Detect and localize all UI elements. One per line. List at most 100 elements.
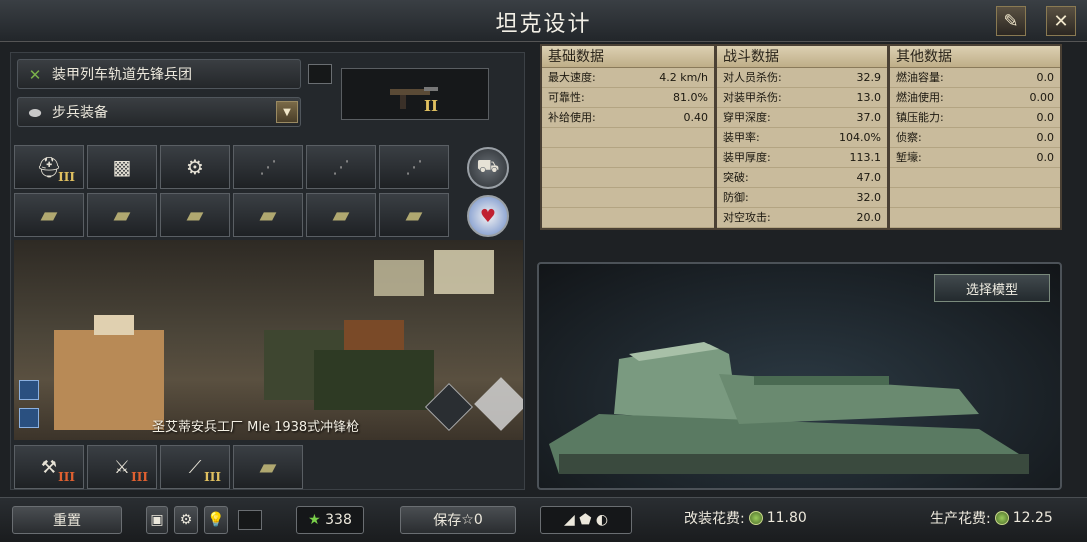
stat-row: 对空攻击: 20.0 [717,208,887,228]
stat-row: 燃油使用: 0.00 [890,88,1060,108]
rail-icon: ⋰ [259,156,277,178]
supply-crate-icon: ▩ [112,155,132,179]
armored-car-icon: ▰ [332,202,350,228]
armored-car-icon: ▰ [259,454,277,480]
special-slot-3[interactable]: ⟋ III [160,445,230,489]
special-slot-4[interactable]: ▰ [233,445,303,489]
division-name-text: 装甲列车轨道先锋兵团 [52,67,192,83]
bottom-bar: 重置 ▣ ⚙ 💡 ★ 338 保存 ☆ 0 ◢ ⬟ ◐ 改装花费: 11.80 生产花… [0,497,1087,542]
stat-row: 穿甲深度: 37.0 [717,108,887,128]
module-slot-1[interactable]: ▰ [14,193,84,237]
support-slot-1[interactable]: ⛑ III [14,145,84,189]
rail-icon: ⋰ [332,156,350,178]
stat-row: 装甲率: 104.0% [717,128,887,148]
model-viewer[interactable]: 选择模型 [537,262,1062,490]
other-header: 其他数据 [890,46,1060,68]
star-icon: ★ [308,512,321,528]
combat-stats: 战斗数据 对人员杀伤: 32.9 对装甲杀伤: 13.0 穿甲深度: 37.0 装甲率… [717,46,887,228]
designer-emblem[interactable]: ♥ [467,195,509,237]
design-panel: ✕ 装甲列车轨道先锋兵团 ⬬ 步兵装备 ▼ II ⛑ III ▩ ⚙ ⋰ ⋰ ⋰ … [10,52,525,490]
basic-header: 基础数据 [542,46,714,68]
support-slot-3[interactable]: ⚙ [160,145,230,189]
gear-icon[interactable]: ⚙ [174,506,198,534]
tank-icon: ⛟ [476,156,500,177]
equipment-icons: ◢ ⬟ ◐ [540,506,632,534]
chevron-down-icon[interactable]: ▼ [276,101,298,123]
tank-role-button[interactable]: ⛟ [467,147,509,189]
window-title: 坦克设计 [495,12,592,37]
window-toggle-icon[interactable]: ▣ [146,506,168,534]
layer-toggle-icon[interactable] [19,408,39,428]
stat-row: 最大速度: 4.2 km/h [542,68,714,88]
support-slot-2[interactable]: ▩ [87,145,157,189]
combat-header: 战斗数据 [717,46,887,68]
helmet-icon: ⬬ [28,104,42,122]
basic-stats: 基础数据 最大速度: 4.2 km/h 可靠性: 81.0% 补给使用: 0.40 [542,46,714,228]
star-icon: ☆ [461,512,474,528]
stat-row: 燃油容量: 0.0 [890,68,1060,88]
armored-car-icon: ▰ [40,202,58,228]
weapon-slot[interactable]: II [341,68,489,120]
heart-emblem-icon: ♥ [479,205,497,227]
equipment-type-text: 步兵装备 [52,105,108,121]
moon-icon: ◐ [595,512,609,528]
module-slot-6[interactable]: ▰ [379,193,449,237]
smg-icon [390,87,438,109]
stat-row: 补给使用: 0.40 [542,108,714,128]
stat-row: 堑壕: 0.0 [890,148,1060,168]
factory-caption: 圣艾蒂安兵工厂 Mle 1938式冲锋枪 [152,420,360,435]
save-button[interactable]: 保存 ☆ 0 [400,506,516,534]
stat-row: 可靠性: 81.0% [542,88,714,108]
module-slot-4[interactable]: ▰ [233,193,303,237]
production-coin-icon [748,511,763,525]
factory-scene: 圣艾蒂安兵工厂 Mle 1938式冲锋枪 [14,240,523,440]
armored-car-icon: ▰ [186,202,204,228]
equipment-type-select[interactable]: ⬬ 步兵装备 ▼ [17,97,301,127]
tank-turret-icon: ▰ [259,202,277,228]
stat-row: 镇压能力: 0.0 [890,108,1060,128]
notes-button[interactable]: ✎ [996,6,1026,36]
refit-cost: 改装花费: 11.80 [684,510,807,527]
wedge-icon: ◢ [563,512,575,528]
reset-button[interactable]: 重置 [12,506,122,534]
close-button[interactable]: ✕ [1046,6,1076,36]
stat-row: 突破: 47.0 [717,168,887,188]
shield-icon: ⬟ [579,512,592,528]
support-slot-6[interactable]: ⋰ [379,145,449,189]
notes-icon: ✎ [1003,10,1019,32]
checkbox[interactable] [238,510,262,530]
support-slot-5[interactable]: ⋰ [306,145,376,189]
rifle-icon: ⟋ [188,456,202,478]
stat-row: 侦察: 0.0 [890,128,1060,148]
armored-car-icon: ▰ [113,202,131,228]
production-cost: 生产花费: 12.25 [930,510,1053,527]
weapon-tier: II [424,97,439,115]
stat-row: 对装甲杀伤: 13.0 [717,88,887,108]
stats-panel: 基础数据 最大速度: 4.2 km/h 可靠性: 81.0% 补给使用: 0.40 战… [540,44,1062,230]
other-stats: 其他数据 燃油容量: 0.0 燃油使用: 0.00 镇压能力: 0.0 侦察: 0.0 … [890,46,1060,228]
module-slot-3[interactable]: ▰ [160,193,230,237]
stat-row: 装甲厚度: 113.1 [717,148,887,168]
crossed-rifles-icon: ✕ [28,66,42,84]
checkbox[interactable] [308,64,332,84]
experience-display: ★ 338 [296,506,364,534]
artillery-icon: ⚔ [113,456,131,478]
stat-row: 防御: 32.0 [717,188,887,208]
special-slot-1[interactable]: ⚒ III [14,445,84,489]
armored-car-icon: ▰ [405,202,423,228]
rail-icon: ⋰ [405,156,423,178]
tank-model-icon [549,342,1029,474]
anti-air-icon: ⚙ [186,155,204,179]
mortar-icon: ⚒ [40,456,58,478]
stat-row: 对人员杀伤: 32.9 [717,68,887,88]
division-name-field[interactable]: ✕ 装甲列车轨道先锋兵团 [17,59,301,89]
module-slot-2[interactable]: ▰ [87,193,157,237]
module-slot-5[interactable]: ▰ [306,193,376,237]
lightbulb-icon[interactable]: 💡 [204,506,228,534]
title-bar: 坦克设计 ✎ ✕ [0,0,1087,42]
layer-toggle-icon[interactable] [19,380,39,400]
close-icon: ✕ [1053,10,1069,32]
special-slot-2[interactable]: ⚔ III [87,445,157,489]
support-slot-4[interactable]: ⋰ [233,145,303,189]
production-coin-icon [994,511,1009,525]
